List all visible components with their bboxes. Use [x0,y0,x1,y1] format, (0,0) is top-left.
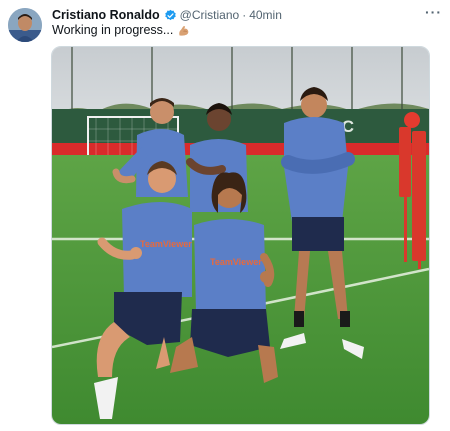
shirt-sponsor-middle: TeamViewer [210,257,262,267]
tweet: Cristiano Ronaldo @Cristiano · 40min ···… [0,0,450,431]
more-options-icon[interactable]: ··· [425,4,442,20]
tweet-text-content: Working in progress... [52,23,174,37]
verified-badge-icon [164,9,176,20]
author-handle[interactable]: @Cristiano [180,8,240,22]
tweet-photo[interactable]: IN C [51,46,430,425]
author-name[interactable]: Cristiano Ronaldo [52,8,160,22]
timestamp[interactable]: 40min [249,8,282,22]
author-avatar[interactable] [8,8,42,42]
flexed-biceps-icon [179,25,189,36]
tweet-text: Working in progress... [52,23,190,37]
tweet-header: Cristiano Ronaldo @Cristiano · 40min [52,6,440,24]
training-photo: IN C [52,47,429,424]
separator-dot: · [242,8,247,22]
shirt-sponsor-left: TeamViewer [140,239,192,249]
